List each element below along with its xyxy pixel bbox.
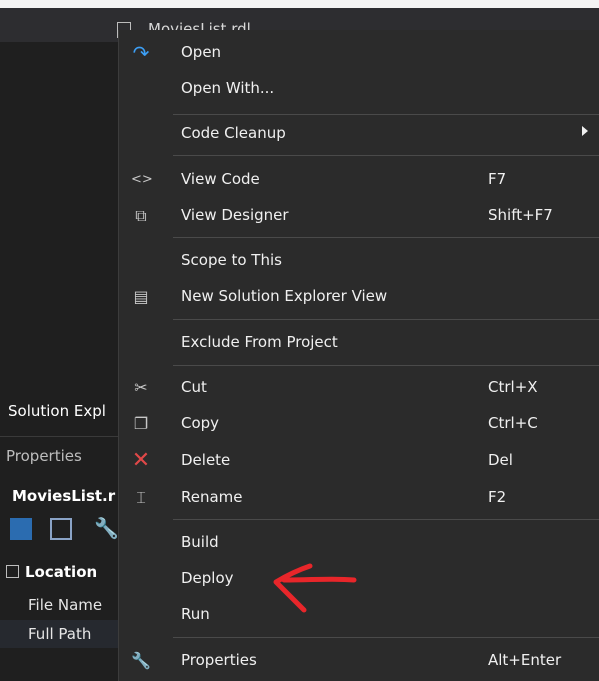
menu-label: Open With... bbox=[181, 79, 275, 97]
menu-label: Cut bbox=[181, 378, 207, 396]
shortcut-label: F7 bbox=[488, 170, 507, 188]
menu-separator bbox=[173, 519, 599, 520]
shortcut-label: Ctrl+C bbox=[488, 414, 538, 432]
code-brackets-icon: <> bbox=[131, 172, 153, 187]
shortcut-label: F2 bbox=[488, 488, 507, 506]
wrench-icon: 🔧 bbox=[131, 651, 151, 670]
location-label: Location bbox=[25, 563, 98, 581]
menu-label: Properties bbox=[181, 651, 257, 669]
rename-icon: ⌶ bbox=[136, 488, 146, 507]
solution-explorer-tab[interactable]: Solution Expl bbox=[8, 402, 106, 420]
menu-label: View Code bbox=[181, 170, 260, 188]
collapse-icon[interactable] bbox=[6, 565, 19, 578]
open-arrow-icon: ↷ bbox=[132, 41, 150, 65]
menu-label: Scope to This bbox=[181, 251, 282, 269]
alphabetical-view-icon[interactable] bbox=[50, 518, 72, 540]
shortcut-label: Del bbox=[488, 451, 513, 469]
location-category[interactable]: Location bbox=[6, 563, 97, 581]
menu-item-build[interactable]: Build bbox=[119, 525, 599, 561]
scissors-icon: ✂ bbox=[134, 378, 148, 397]
menu-item-open[interactable]: ↷ Open bbox=[119, 35, 599, 71]
menu-item-rename[interactable]: ⌶ Rename F2 bbox=[119, 480, 599, 516]
menu-label: Run bbox=[181, 605, 210, 623]
menu-label: Copy bbox=[181, 414, 220, 432]
menu-separator bbox=[173, 319, 599, 320]
menu-separator bbox=[173, 365, 599, 366]
menu-item-new-solution-explorer-view[interactable]: ▤ New Solution Explorer View bbox=[119, 279, 599, 315]
full-path-property[interactable]: Full Path bbox=[0, 620, 118, 648]
menu-item-code-cleanup[interactable]: Code Cleanup bbox=[119, 116, 599, 152]
menu-item-cut[interactable]: ✂ Cut Ctrl+X bbox=[119, 370, 599, 406]
menu-item-delete[interactable]: ✕ Delete Del bbox=[119, 443, 599, 479]
menu-separator bbox=[173, 637, 599, 638]
menu-label: Exclude From Project bbox=[181, 333, 338, 351]
menu-label: Open bbox=[181, 43, 222, 61]
menu-label: Deploy bbox=[181, 569, 234, 587]
full-path-label: Full Path bbox=[28, 625, 92, 643]
properties-object-name[interactable]: MoviesList.r bbox=[12, 487, 115, 505]
categorized-view-icon[interactable] bbox=[10, 518, 32, 540]
menu-item-scope-to-this[interactable]: Scope to This bbox=[119, 243, 599, 279]
menu-label: New Solution Explorer View bbox=[181, 287, 388, 305]
delete-x-icon: ✕ bbox=[131, 448, 151, 473]
menu-separator bbox=[173, 155, 599, 156]
menu-item-deploy[interactable]: Deploy bbox=[119, 561, 599, 597]
menu-separator bbox=[173, 237, 599, 238]
red-arrow-annotation bbox=[273, 563, 357, 613]
copy-icon: ❐ bbox=[133, 414, 149, 433]
file-name-property[interactable]: File Name bbox=[28, 596, 102, 614]
menu-label: Build bbox=[181, 533, 219, 551]
shortcut-label: Shift+F7 bbox=[488, 206, 553, 224]
menu-label: Delete bbox=[181, 451, 231, 469]
menu-label: View Designer bbox=[181, 206, 289, 224]
top-strip bbox=[0, 0, 599, 8]
properties-panel-title: Properties bbox=[6, 447, 82, 465]
panel-divider bbox=[0, 436, 118, 437]
context-menu: ↷ Open Open With... Code Cleanup <> View… bbox=[118, 30, 599, 681]
designer-icon: ⧉ bbox=[135, 206, 147, 225]
menu-item-view-code[interactable]: <> View Code F7 bbox=[119, 162, 599, 198]
shortcut-label: Ctrl+X bbox=[488, 378, 538, 396]
menu-item-copy[interactable]: ❐ Copy Ctrl+C bbox=[119, 406, 599, 442]
menu-separator bbox=[173, 114, 599, 115]
submenu-arrow-icon bbox=[582, 126, 588, 136]
menu-label: Rename bbox=[181, 488, 243, 506]
menu-item-exclude-from-project[interactable]: Exclude From Project bbox=[119, 325, 599, 361]
shortcut-label: Alt+Enter bbox=[488, 651, 562, 669]
new-view-icon: ▤ bbox=[133, 287, 149, 306]
menu-label: Code Cleanup bbox=[181, 124, 286, 142]
menu-item-open-with[interactable]: Open With... bbox=[119, 71, 599, 107]
menu-item-view-designer[interactable]: ⧉ View Designer Shift+F7 bbox=[119, 198, 599, 234]
menu-item-properties[interactable]: 🔧 Properties Alt+Enter bbox=[119, 643, 599, 679]
menu-item-run[interactable]: Run bbox=[119, 597, 599, 633]
